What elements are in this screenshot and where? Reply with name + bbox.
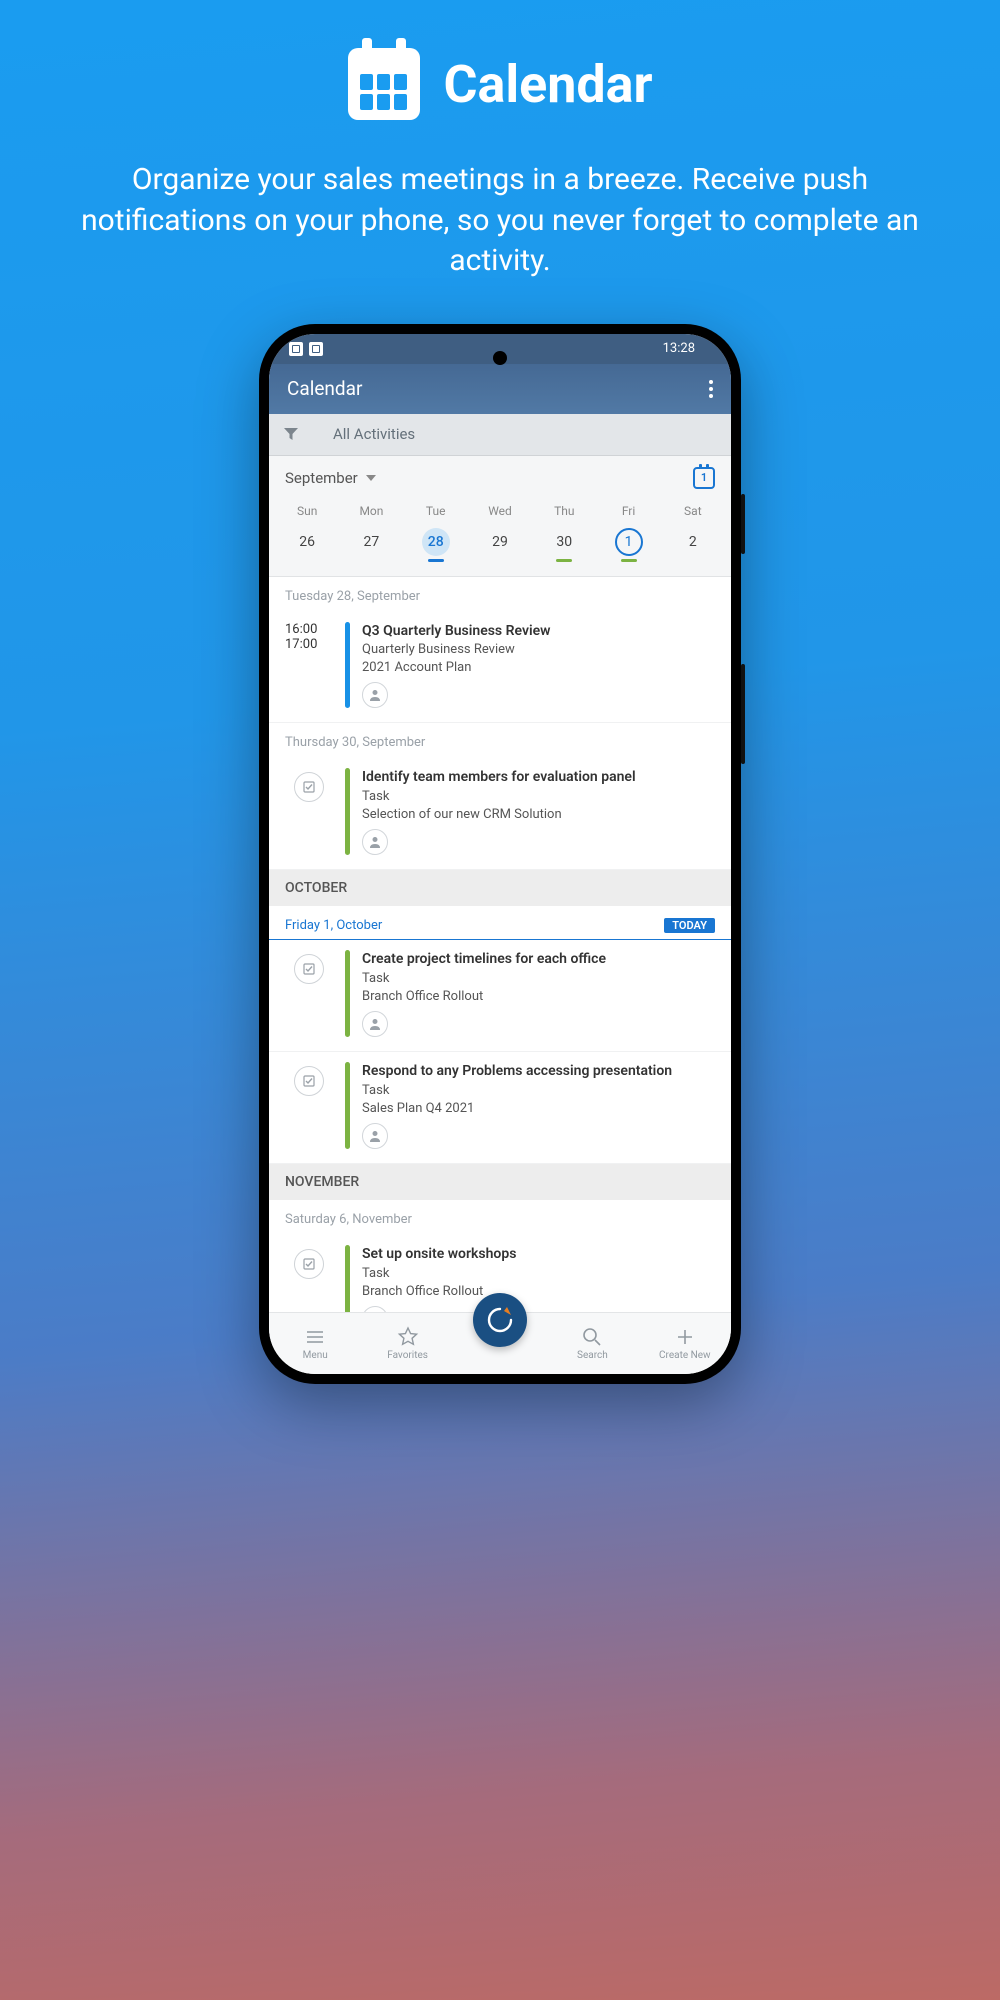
event-title: Respond to any Problems accessing presen… xyxy=(362,1062,715,1081)
app-logo-icon xyxy=(485,1305,515,1335)
hero-title: Calendar xyxy=(444,54,653,115)
person-icon xyxy=(362,829,388,855)
date-header: Tuesday 28, September xyxy=(269,577,731,612)
event-item[interactable]: Identify team members for evaluation pan… xyxy=(269,758,731,870)
date-header-today: Friday 1, October TODAY xyxy=(269,906,731,940)
event-title: Create project timelines for each office xyxy=(362,950,715,969)
event-indicator xyxy=(428,559,444,562)
event-project: Selection of our new CRM Solution xyxy=(362,806,715,824)
today-badge: TODAY xyxy=(664,918,715,933)
phone-frame: 13:28 Calendar All Activities September … xyxy=(259,324,741,1384)
event-indicator xyxy=(556,559,572,562)
event-indicator xyxy=(621,559,637,562)
date-header: Saturday 6, November xyxy=(269,1200,731,1235)
event-type: Task xyxy=(362,1265,715,1283)
event-project: Branch Office Rollout xyxy=(362,1283,715,1301)
menu-icon xyxy=(304,1326,326,1348)
jump-to-today-button[interactable]: 1 xyxy=(693,467,715,489)
nav-search[interactable]: Search xyxy=(546,1326,638,1361)
event-project: Branch Office Rollout xyxy=(362,988,715,1006)
bottom-nav: Menu Favorites Search Create New xyxy=(269,1312,731,1374)
person-icon xyxy=(362,682,388,708)
filter-icon xyxy=(283,426,299,442)
star-icon xyxy=(397,1326,419,1348)
task-checkbox[interactable] xyxy=(294,1066,324,1096)
day-thu[interactable]: Thu 30 xyxy=(532,504,596,562)
hero-tagline: Organize your sales meetings in a breeze… xyxy=(60,160,940,282)
status-icon xyxy=(289,342,303,356)
month-picker-row: September 1 xyxy=(269,456,731,500)
event-item[interactable]: Create project timelines for each office… xyxy=(269,940,731,1052)
event-time: 16:00 17:00 xyxy=(285,622,333,709)
event-color-bar xyxy=(345,768,350,855)
task-checkbox[interactable] xyxy=(294,772,324,802)
nav-favorites[interactable]: Favorites xyxy=(361,1326,453,1361)
event-title: Identify team members for evaluation pan… xyxy=(362,768,715,787)
filter-bar[interactable]: All Activities xyxy=(269,414,731,456)
day-mon[interactable]: Mon 27 xyxy=(339,504,403,562)
month-section-header: NOVEMBER xyxy=(269,1164,731,1200)
plus-icon xyxy=(674,1326,696,1348)
status-time: 13:28 xyxy=(663,341,695,356)
event-color-bar xyxy=(345,1245,350,1311)
month-label: September xyxy=(285,469,358,487)
day-tue[interactable]: Tue 28 xyxy=(404,504,468,562)
day-sat[interactable]: Sat 2 xyxy=(661,504,725,562)
day-sun[interactable]: Sun 26 xyxy=(275,504,339,562)
event-color-bar xyxy=(345,1062,350,1149)
nav-create-new[interactable]: Create New xyxy=(639,1326,731,1361)
event-type: Task xyxy=(362,970,715,988)
event-project: Sales Plan Q4 2021 xyxy=(362,1100,715,1118)
filter-label: All Activities xyxy=(333,425,415,443)
chevron-down-icon xyxy=(366,475,376,481)
app-header: Calendar xyxy=(269,364,731,414)
event-item[interactable]: Respond to any Problems accessing presen… xyxy=(269,1052,731,1164)
status-icon xyxy=(309,342,323,356)
month-selector[interactable]: September xyxy=(285,469,376,487)
event-type: Task xyxy=(362,788,715,806)
event-project: 2021 Account Plan xyxy=(362,659,715,677)
event-title: Set up onsite workshops xyxy=(362,1245,715,1264)
task-checkbox[interactable] xyxy=(294,1249,324,1279)
overflow-menu-icon[interactable] xyxy=(709,380,713,398)
person-icon xyxy=(362,1123,388,1149)
hero: Calendar Organize your sales meetings in… xyxy=(0,0,1000,292)
event-title: Q3 Quarterly Business Review xyxy=(362,622,715,641)
event-type: Task xyxy=(362,1082,715,1100)
agenda-list[interactable]: Tuesday 28, September 16:00 17:00 Q3 Qua… xyxy=(269,577,731,1312)
week-strip: Sun 26 Mon 27 Tue 28 Wed 29 Thu 30 xyxy=(269,500,731,577)
search-icon xyxy=(581,1326,603,1348)
event-color-bar xyxy=(345,950,350,1037)
day-wed[interactable]: Wed 29 xyxy=(468,504,532,562)
calendar-icon xyxy=(348,48,420,120)
nav-menu[interactable]: Menu xyxy=(269,1326,361,1361)
page-title: Calendar xyxy=(287,377,362,400)
event-item[interactable]: 16:00 17:00 Q3 Quarterly Business Review… xyxy=(269,612,731,724)
month-section-header: OCTOBER xyxy=(269,870,731,906)
event-type: Quarterly Business Review xyxy=(362,641,715,659)
center-fab[interactable] xyxy=(473,1293,527,1347)
event-color-bar xyxy=(345,622,350,709)
task-checkbox[interactable] xyxy=(294,954,324,984)
date-header: Thursday 30, September xyxy=(269,723,731,758)
day-fri[interactable]: Fri 1 xyxy=(596,504,660,562)
camera-notch xyxy=(493,351,507,365)
person-icon xyxy=(362,1011,388,1037)
